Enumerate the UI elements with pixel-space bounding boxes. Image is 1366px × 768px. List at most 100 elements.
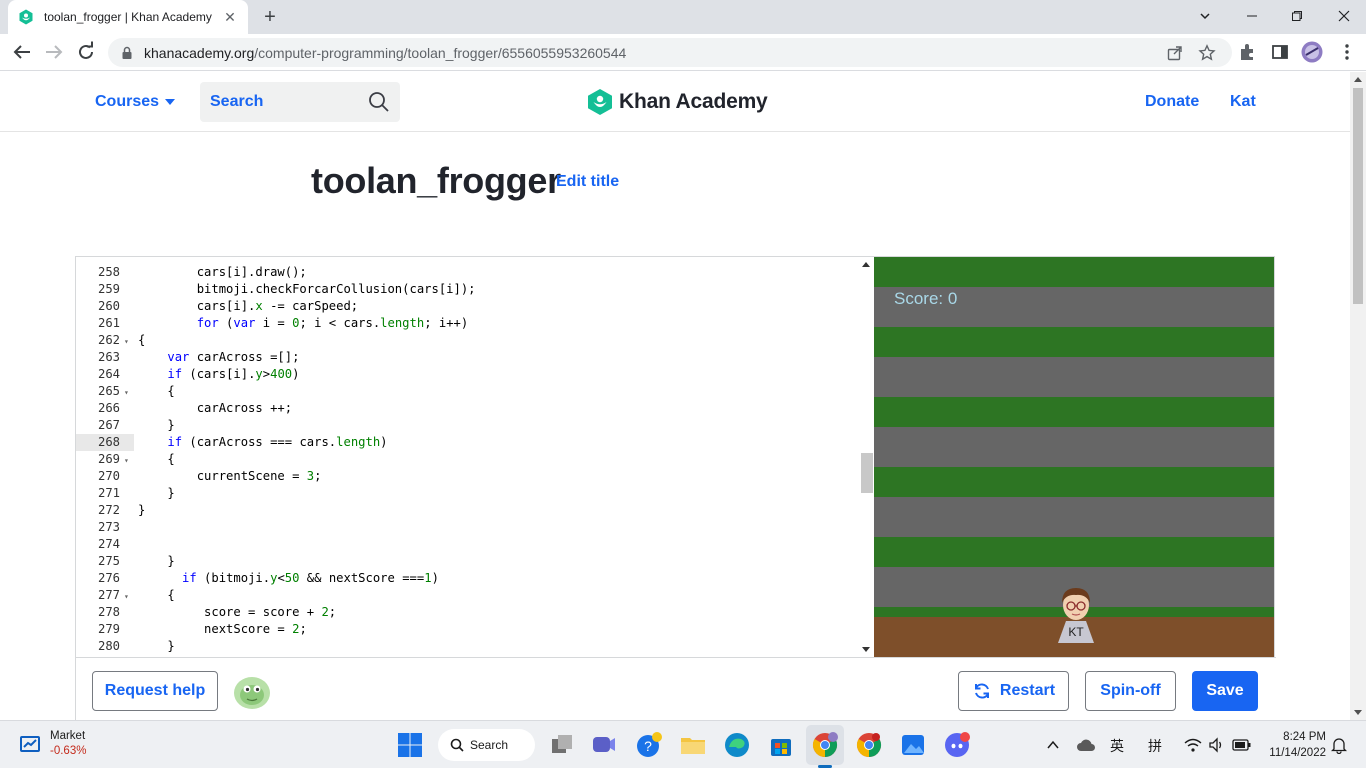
user-menu[interactable]: Kat (1230, 93, 1256, 111)
photos-icon[interactable] (899, 731, 927, 759)
wifi-icon[interactable] (1184, 737, 1202, 753)
code-line[interactable]: 264 if (cars[i].y>400) (76, 366, 856, 383)
volume-icon[interactable] (1208, 737, 1224, 753)
reload-icon[interactable] (74, 40, 98, 64)
discord-icon[interactable] (943, 731, 971, 759)
bookmark-star-icon[interactable] (1198, 44, 1216, 62)
code-line[interactable]: 280 } (76, 638, 856, 655)
side-panel-icon[interactable] (1270, 42, 1290, 62)
code-line[interactable]: 270 currentScene = 3; (76, 468, 856, 485)
code-line[interactable]: 261 for (var i = 0; i < cars.length; i++… (76, 315, 856, 332)
page-scroll-up-icon[interactable] (1354, 77, 1362, 82)
page-scrollbar[interactable] (1350, 72, 1366, 720)
ime-pinyin-indicator[interactable]: 拼 (1148, 736, 1162, 756)
code-line[interactable]: 266 carAcross ++; (76, 400, 856, 417)
logo-text: Khan Academy (619, 90, 768, 113)
ms-store-icon[interactable] (767, 731, 795, 759)
page-scroll-down-icon[interactable] (1354, 710, 1362, 715)
donate-link[interactable]: Donate (1145, 93, 1199, 111)
teams-chat-icon[interactable] (590, 731, 618, 759)
code-text: } (138, 554, 175, 568)
spin-off-button[interactable]: Spin-off (1085, 671, 1176, 711)
search-icon[interactable] (368, 91, 390, 113)
tab-search-chevron-icon[interactable] (1191, 5, 1219, 29)
code-line[interactable]: 268 if (carAcross === cars.length) (76, 434, 856, 451)
line-number: 280 (97, 639, 120, 653)
code-line[interactable]: 271 } (76, 485, 856, 502)
khan-academy-logo[interactable]: Khan Academy (587, 88, 768, 116)
code-line[interactable]: 278 score = score + 2; (76, 604, 856, 621)
fold-toggle-icon[interactable]: ▾ (124, 384, 129, 401)
ime-english-indicator[interactable]: 英 (1110, 736, 1124, 756)
request-help-button[interactable]: Request help (92, 671, 218, 711)
grass-stripe (874, 537, 1274, 567)
taskbar-search-label: Search (470, 738, 509, 752)
save-button[interactable]: Save (1192, 671, 1258, 711)
search-input[interactable]: Search (200, 82, 400, 122)
new-tab-button[interactable]: + (258, 5, 282, 29)
onedrive-cloud-icon[interactable] (1076, 736, 1096, 754)
courses-menu[interactable]: Courses (95, 93, 176, 111)
close-window-icon[interactable] (1330, 5, 1358, 29)
code-editor[interactable]: 258 cars[i].draw(); 259 bitmoji.checkForc… (76, 257, 874, 657)
chrome-menu-icon[interactable] (1337, 42, 1357, 62)
code-line[interactable]: 275 } (76, 553, 856, 570)
chrome-icon[interactable] (855, 731, 883, 759)
close-tab-icon[interactable]: ✕ (222, 9, 238, 26)
notification-bell-icon[interactable] (1331, 736, 1347, 754)
line-number: 277 (97, 588, 120, 602)
code-line[interactable]: 269 ▾ { (76, 451, 856, 468)
code-line[interactable]: 267 } (76, 417, 856, 434)
code-text: if (carAcross === cars.length) (167, 435, 388, 449)
system-clock[interactable]: 8:24 PM 11/14/2022 (1262, 729, 1326, 761)
market-widget[interactable]: Market -0.63% (50, 729, 86, 759)
caret-down-icon (165, 99, 176, 105)
code-line[interactable]: 279 nextScore = 2; (76, 621, 856, 638)
restart-arrows-icon (974, 683, 989, 699)
code-line[interactable]: 272} (76, 502, 856, 519)
code-line[interactable]: 260 cars[i].x -= carSpeed; (76, 298, 856, 315)
hopper-avatar-icon[interactable] (233, 674, 271, 710)
start-windows-icon[interactable] (396, 731, 424, 759)
forward-arrow-icon[interactable] (42, 40, 66, 64)
minimize-icon[interactable] (1238, 5, 1266, 29)
code-line[interactable]: 258 cars[i].draw(); (76, 264, 856, 281)
task-view-icon[interactable] (548, 731, 576, 759)
code-line[interactable]: 263 var carAcross =[]; (76, 349, 856, 366)
share-icon[interactable] (1166, 44, 1184, 62)
tray-chevron-up-icon[interactable] (1046, 738, 1060, 752)
edge-browser-icon[interactable] (723, 731, 751, 759)
restore-icon[interactable] (1283, 5, 1311, 29)
taskbar-search[interactable]: Search (438, 729, 535, 761)
chrome-profile-icon[interactable] (811, 731, 839, 759)
fold-toggle-icon[interactable]: ▾ (124, 588, 129, 605)
code-line[interactable]: 259 bitmoji.checkForcarCollusion(cars[i]… (76, 281, 856, 298)
grass-stripe (874, 327, 1274, 357)
market-widget-icon[interactable] (18, 733, 42, 757)
battery-icon[interactable] (1232, 738, 1252, 752)
scroll-down-arrow-icon[interactable] (862, 647, 870, 652)
address-bar[interactable]: khanacademy.org/computer-programming/too… (108, 38, 1232, 67)
game-canvas[interactable]: Score: 0 KT (874, 257, 1274, 657)
browser-tab[interactable]: toolan_frogger | Khan Academy ✕ (8, 0, 248, 34)
tips-icon[interactable]: ? (635, 731, 663, 759)
lock-icon[interactable] (120, 46, 134, 60)
editor-scrollbar[interactable] (858, 257, 874, 657)
scroll-up-arrow-icon[interactable] (862, 262, 870, 267)
back-arrow-icon[interactable] (10, 40, 34, 64)
code-line[interactable]: 274 (76, 536, 856, 553)
code-line[interactable]: 265 ▾ { (76, 383, 856, 400)
editor-scroll-thumb[interactable] (861, 453, 873, 493)
page-scroll-thumb[interactable] (1353, 88, 1363, 304)
profile-avatar-icon[interactable] (1301, 41, 1323, 63)
fold-toggle-icon[interactable]: ▾ (124, 333, 129, 350)
fold-toggle-icon[interactable]: ▾ (124, 452, 129, 469)
file-explorer-icon[interactable] (679, 731, 707, 759)
code-line[interactable]: 276 if (bitmoji.y<50 && nextScore ===1) (76, 570, 856, 587)
extensions-puzzle-icon[interactable] (1238, 42, 1258, 62)
restart-button[interactable]: Restart (958, 671, 1069, 711)
code-line[interactable]: 273 (76, 519, 856, 536)
code-line[interactable]: 262 ▾ { (76, 332, 856, 349)
edit-title-link[interactable]: Edit title (556, 173, 619, 191)
code-line[interactable]: 277 ▾ { (76, 587, 856, 604)
